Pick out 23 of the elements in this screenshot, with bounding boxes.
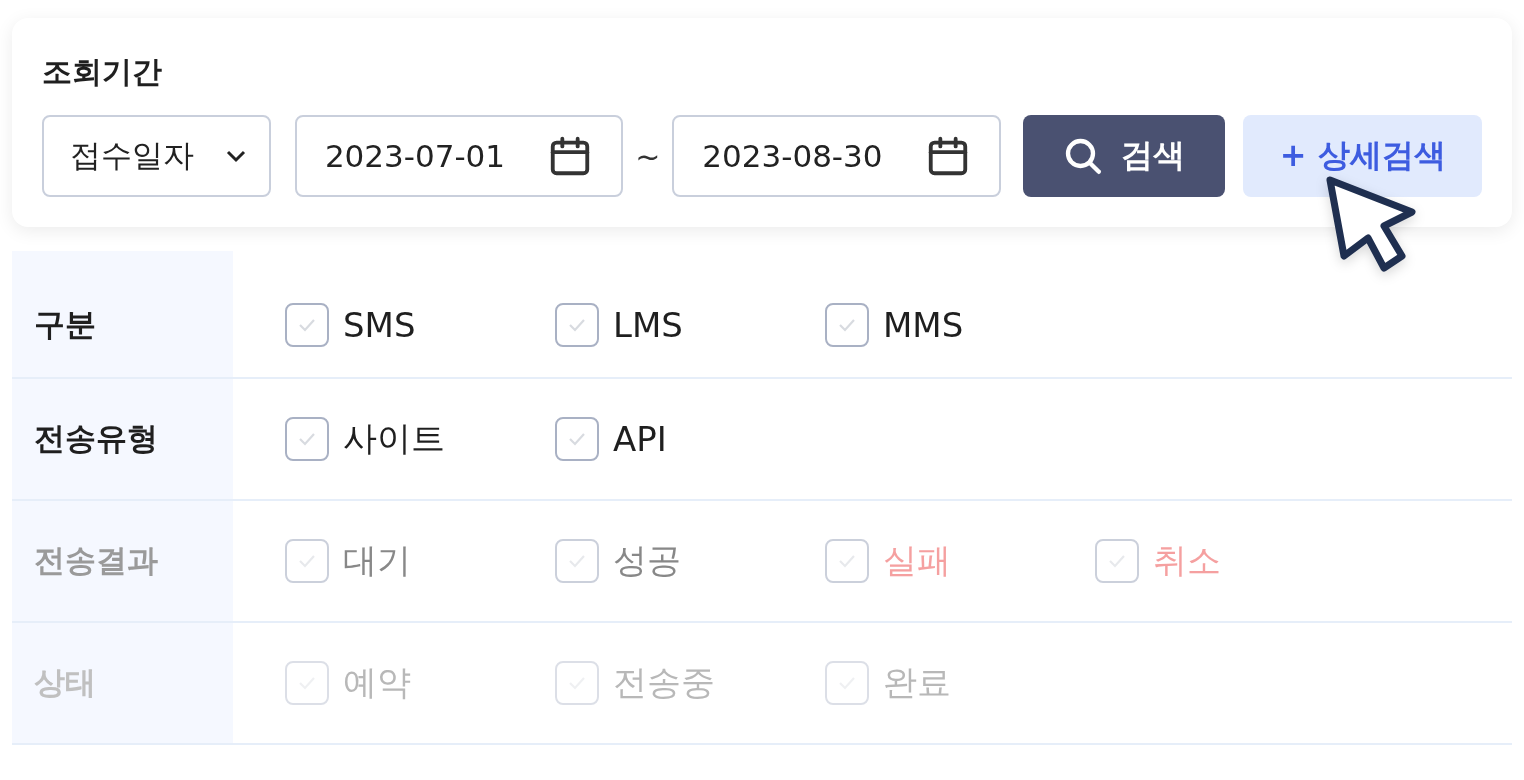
- search-button[interactable]: 검색: [1022, 115, 1226, 197]
- chevron-down-icon: [224, 149, 247, 163]
- checkbox-label[interactable]: API: [613, 419, 667, 459]
- checkbox[interactable]: [825, 303, 869, 347]
- date-type-dropdown[interactable]: 접수일자: [42, 115, 271, 197]
- checkbox[interactable]: [285, 417, 329, 461]
- checkbox[interactable]: [285, 303, 329, 347]
- filter-label: 구분: [34, 305, 96, 344]
- filter-label: 전송유형: [34, 419, 158, 458]
- checkbox-label[interactable]: SMS: [343, 305, 416, 345]
- search-icon: [1063, 136, 1104, 176]
- checkbox-label[interactable]: LMS: [613, 305, 683, 345]
- filter-label: 상태: [34, 663, 96, 702]
- advanced-search-button[interactable]: + 상세검색: [1243, 115, 1482, 197]
- checkbox[interactable]: [555, 303, 599, 347]
- end-date-field[interactable]: 2023-08-30: [672, 115, 1001, 197]
- section-title: 조회기간: [42, 53, 162, 91]
- range-separator: ~: [635, 138, 661, 174]
- checkbox[interactable]: [555, 417, 599, 461]
- checkbox-label[interactable]: 사이트: [343, 416, 445, 462]
- filter-label: 전송결과: [34, 541, 158, 580]
- checkbox-label[interactable]: MMS: [883, 305, 964, 345]
- start-date-field[interactable]: 2023-07-01: [294, 115, 624, 197]
